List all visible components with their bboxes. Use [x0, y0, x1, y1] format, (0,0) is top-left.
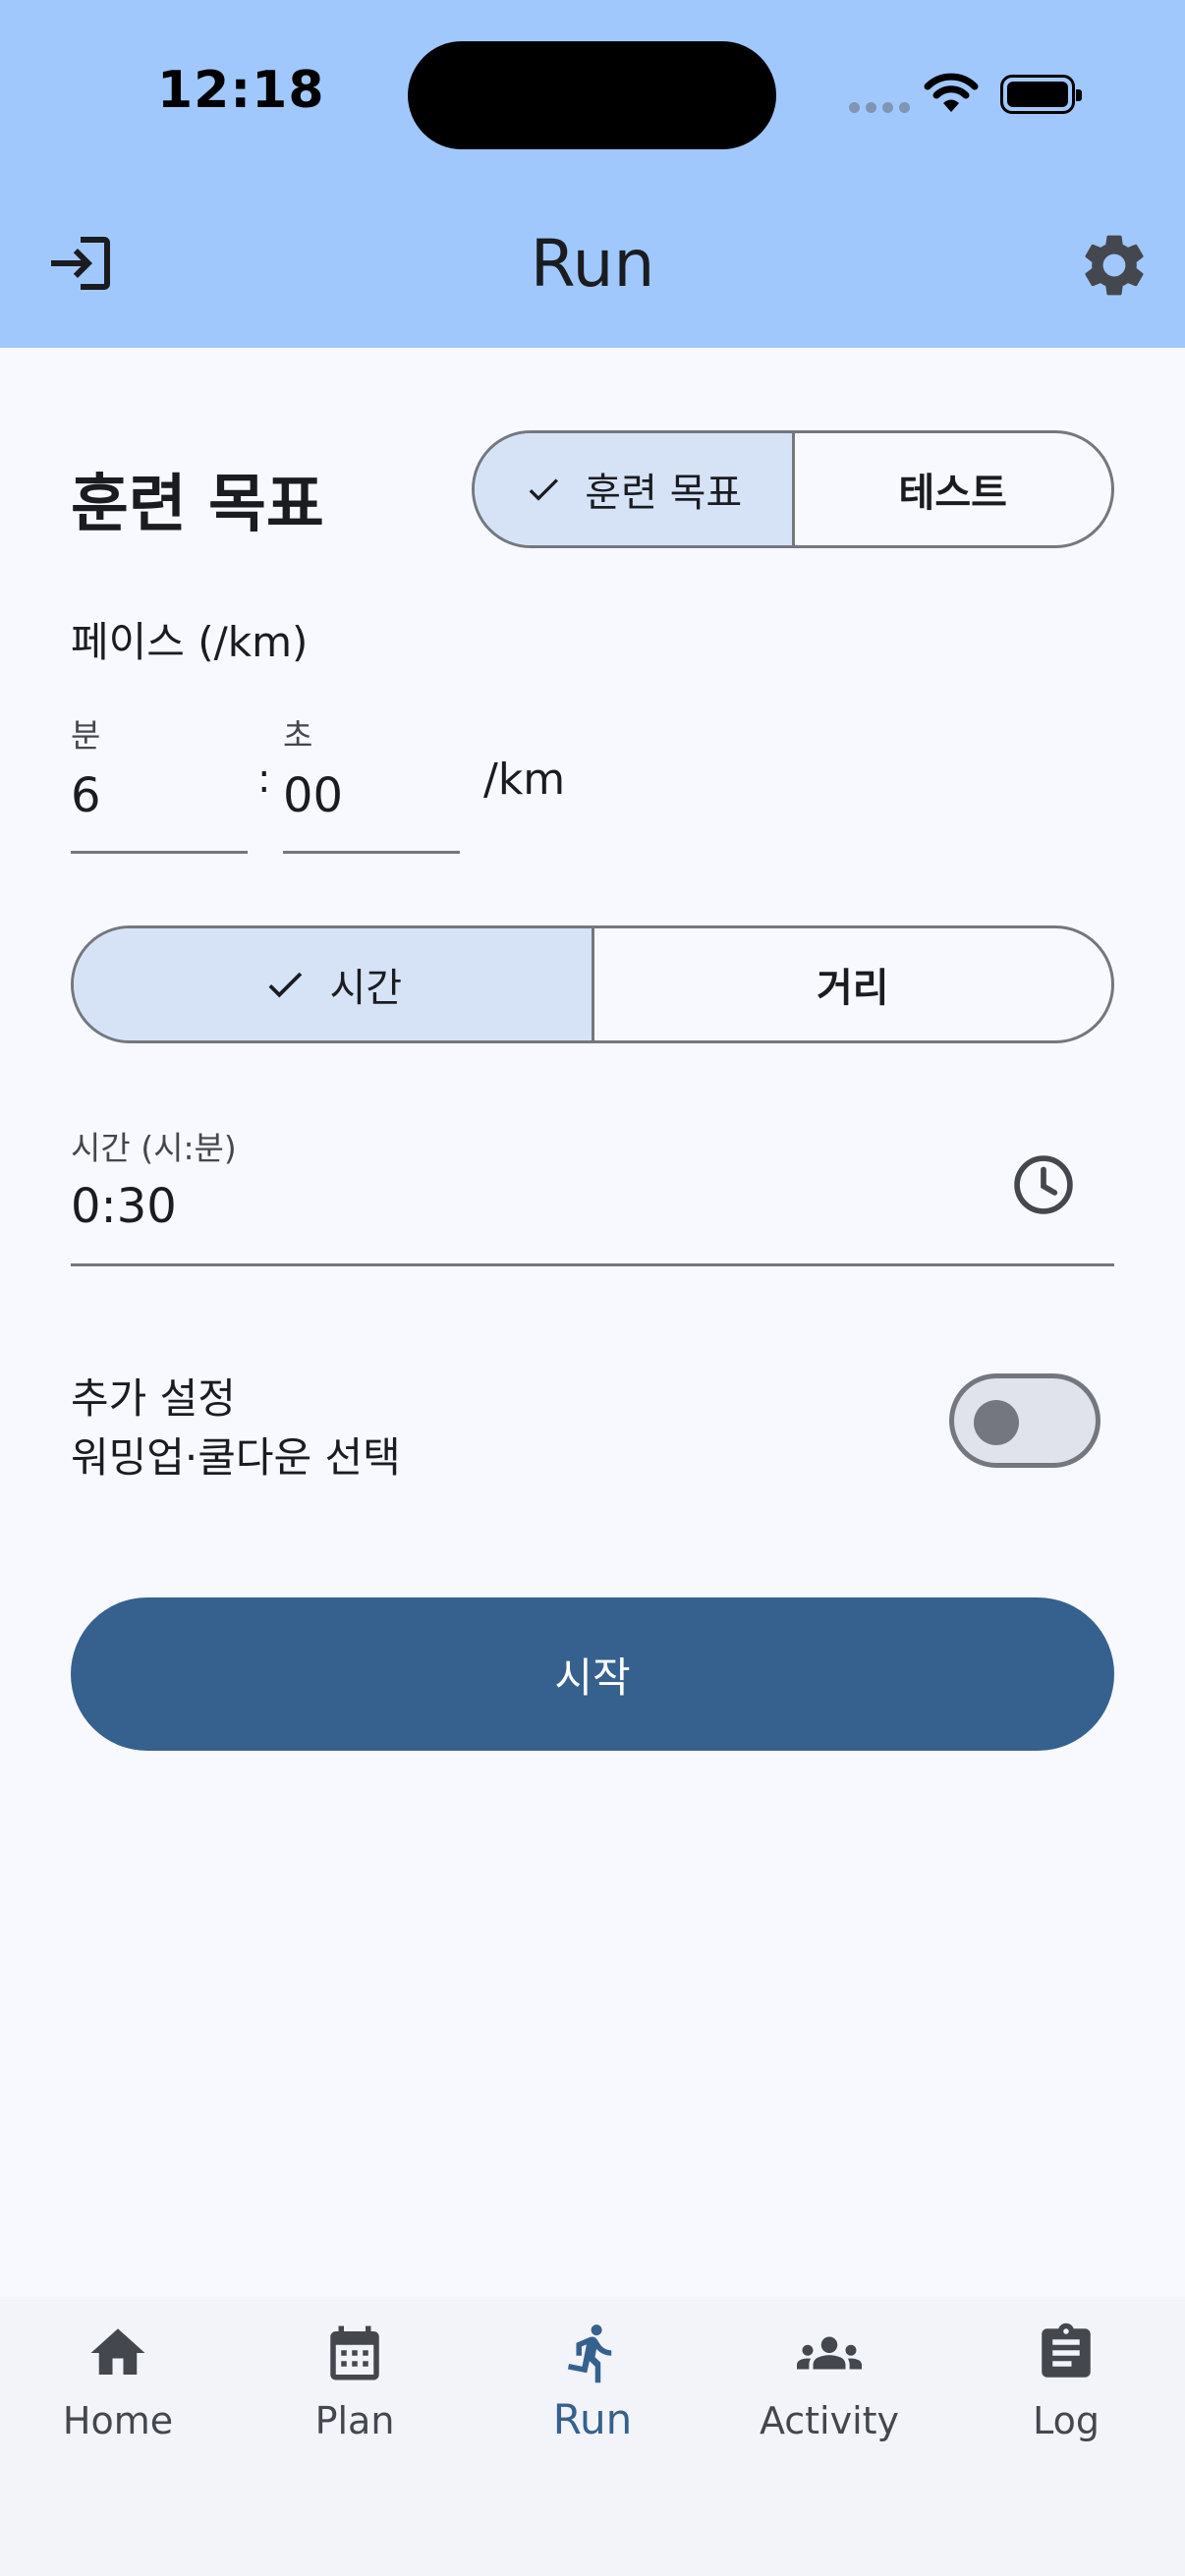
seconds-label: 초 — [283, 716, 313, 755]
mode-option-label: 훈련 목표 — [585, 471, 743, 516]
check-icon — [268, 972, 303, 998]
duration-label: 시간 (시:분) — [71, 1129, 237, 1167]
group-icon — [797, 2336, 862, 2370]
goal-option-label: 시간 — [329, 966, 403, 1011]
minutes-label: 분 — [71, 716, 101, 755]
extra-settings-toggle[interactable] — [949, 1373, 1100, 1468]
home-icon — [90, 2328, 145, 2375]
nav-item-label: Log — [1033, 2399, 1100, 2442]
nav-item-label: Home — [62, 2399, 174, 2442]
page-title: Run — [530, 226, 655, 302]
clipboard-icon — [1042, 2323, 1091, 2378]
goal-option-distance[interactable]: 거리 — [591, 928, 1112, 1040]
goal-option-label: 거리 — [816, 966, 889, 1011]
nav-item-label: Activity — [759, 2399, 900, 2442]
seconds-input[interactable]: 00 — [283, 768, 343, 823]
mode-option-test[interactable]: 테스트 — [791, 433, 1112, 545]
minutes-underline — [71, 851, 248, 854]
nav-item-run[interactable]: Run — [494, 2321, 691, 2443]
wifi-icon — [924, 73, 979, 112]
nav-item-plan[interactable]: Plan — [256, 2321, 453, 2442]
cellular-signal-icon — [849, 102, 910, 113]
extra-settings-subtitle: 워밍업·쿨다운 선택 — [71, 1433, 401, 1482]
nav-item-label: Run — [552, 2395, 633, 2443]
section-title: 훈련 목표 — [71, 469, 324, 541]
mode-option-label: 테스트 — [898, 471, 1007, 516]
minutes-input[interactable]: 6 — [71, 768, 101, 823]
nav-item-activity[interactable]: Activity — [731, 2321, 928, 2442]
mode-option-training-goal[interactable]: 훈련 목표 — [475, 433, 792, 545]
toggle-knob — [974, 1400, 1019, 1445]
check-icon — [529, 478, 559, 501]
goal-type-segmented-control: 시간 거리 — [71, 925, 1114, 1043]
pace-separator: : — [257, 756, 271, 802]
duration-input[interactable]: 0:30 — [71, 1179, 177, 1234]
mode-segmented-control: 훈련 목표 테스트 — [472, 430, 1114, 548]
goal-option-time[interactable]: 시간 — [74, 928, 592, 1040]
battery-icon — [1000, 75, 1082, 114]
nav-item-home[interactable]: Home — [20, 2321, 216, 2442]
clock-icon[interactable] — [1010, 1151, 1077, 1218]
start-button[interactable]: 시작 — [71, 1597, 1114, 1751]
pace-unit: /km — [483, 755, 566, 805]
dynamic-island — [408, 41, 776, 149]
duration-underline — [71, 1263, 1114, 1266]
seconds-underline — [283, 851, 460, 854]
nav-item-log[interactable]: Log — [968, 2321, 1164, 2442]
calendar-icon — [330, 2325, 379, 2380]
running-icon — [567, 2324, 612, 2383]
settings-gear-icon[interactable] — [1077, 228, 1152, 303]
pace-label: 페이스 (/km) — [71, 618, 309, 666]
extra-settings-title: 추가 설정 — [71, 1374, 236, 1423]
nav-item-label: Plan — [314, 2399, 395, 2442]
status-time: 12:18 — [157, 61, 325, 120]
